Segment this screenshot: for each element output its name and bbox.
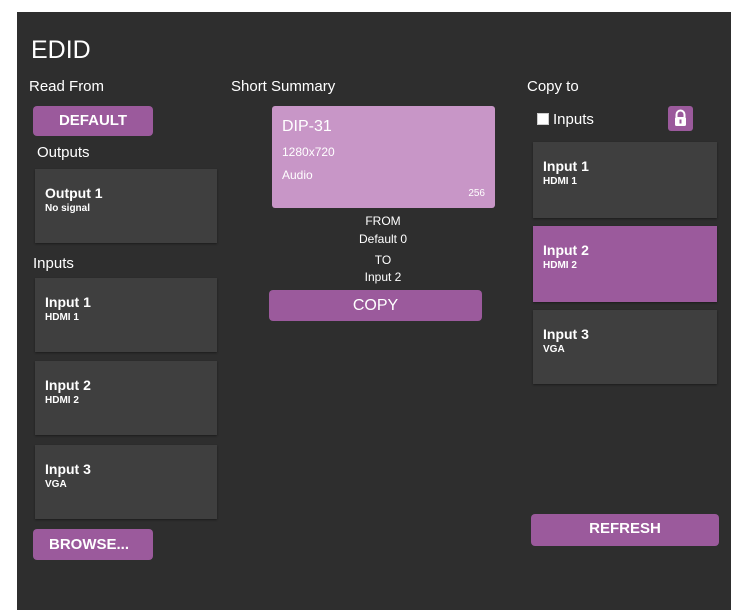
summary-card: DIP-31 1280x720 Audio 256 (272, 106, 495, 208)
outputs-heading: Outputs (37, 144, 90, 161)
input-type: HDMI 2 (543, 260, 577, 271)
copy-to-input-card-2[interactable]: Input 2 HDMI 2 (533, 226, 717, 302)
read-from-heading: Read From (29, 78, 105, 95)
refresh-button[interactable]: REFRESH (531, 514, 719, 546)
input-type: HDMI 1 (45, 312, 79, 323)
input-name: Input 2 (543, 242, 589, 258)
from-label: FROM (365, 214, 401, 228)
edid-name: DIP-31 (282, 118, 332, 135)
from-value: Default 0 (358, 232, 408, 246)
edid-size: 256 (468, 188, 485, 199)
inputs-checkbox-label: Inputs (553, 111, 594, 128)
edid-resolution: 1280x720 (282, 145, 335, 159)
input-type: HDMI 2 (45, 395, 79, 406)
read-input-card-1[interactable]: Input 1 HDMI 1 (35, 278, 217, 352)
to-label: TO (374, 253, 392, 267)
lock-button[interactable] (668, 106, 693, 131)
input-name: Input 1 (45, 294, 91, 310)
edid-audio: Audio (282, 168, 313, 182)
output-name: Output 1 (45, 185, 103, 201)
edid-panel: EDID Read From DEFAULT Outputs Output 1 … (17, 12, 731, 610)
copy-to-input-card-3[interactable]: Input 3 VGA (533, 310, 717, 384)
copy-to-input-card-1[interactable]: Input 1 HDMI 1 (533, 142, 717, 218)
short-summary-heading: Short Summary (231, 78, 336, 95)
input-name: Input 2 (45, 377, 91, 393)
inputs-heading: Inputs (33, 255, 74, 272)
copy-to-heading: Copy to (527, 78, 579, 95)
browse-button[interactable]: BROWSE... (33, 529, 153, 560)
copy-button[interactable]: COPY (269, 290, 482, 321)
inputs-checkbox[interactable] (537, 113, 549, 125)
input-type: HDMI 1 (543, 176, 577, 187)
read-input-card-3[interactable]: Input 3 VGA (35, 445, 217, 519)
output-card-1[interactable]: Output 1 No signal (35, 169, 217, 243)
to-value: Input 2 (364, 270, 402, 284)
lock-icon (675, 109, 686, 126)
read-input-card-2[interactable]: Input 2 HDMI 2 (35, 361, 217, 435)
default-button[interactable]: DEFAULT (33, 106, 153, 136)
input-type: VGA (45, 479, 67, 490)
input-type: VGA (543, 344, 565, 355)
input-name: Input 3 (45, 461, 91, 477)
input-name: Input 1 (543, 158, 589, 174)
output-signal: No signal (45, 203, 91, 214)
page-title: EDID (31, 36, 91, 64)
input-name: Input 3 (543, 326, 589, 342)
